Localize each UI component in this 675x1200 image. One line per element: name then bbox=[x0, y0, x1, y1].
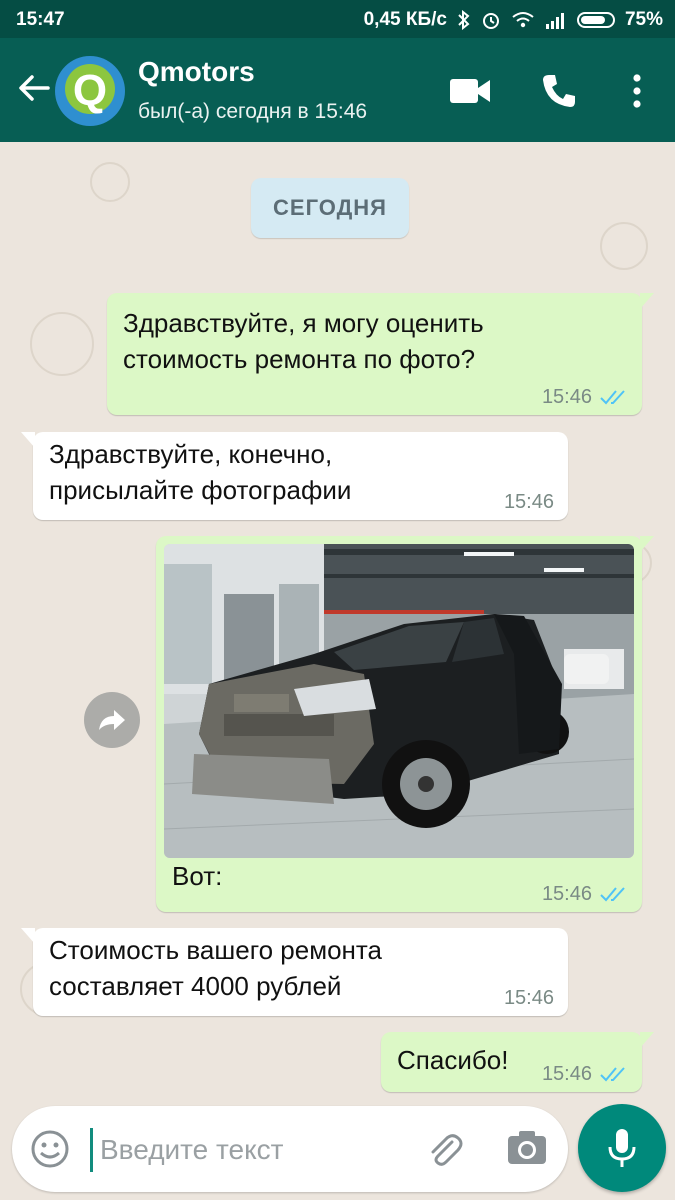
attach-icon[interactable] bbox=[424, 1130, 464, 1170]
emoji-icon[interactable] bbox=[30, 1129, 70, 1169]
message-time: 15:46 bbox=[541, 386, 592, 408]
date-divider: СЕГОДНЯ bbox=[251, 178, 409, 238]
image-caption: Вот: bbox=[172, 861, 223, 891]
battery-percent: 75% bbox=[624, 9, 663, 30]
damaged-suv-image bbox=[164, 544, 634, 858]
avatar[interactable]: Q bbox=[55, 56, 125, 126]
car-photo[interactable] bbox=[164, 544, 634, 858]
net-speed: 0,45 КБ/с bbox=[363, 9, 447, 30]
chat-header: Q Qmotors был(-а) сегодня в 15:46 bbox=[0, 38, 675, 142]
mic-button[interactable] bbox=[578, 1104, 666, 1192]
message-input[interactable] bbox=[98, 1126, 402, 1174]
read-receipt-icon bbox=[600, 1067, 625, 1082]
phone-icon[interactable] bbox=[540, 72, 578, 110]
wifi-icon bbox=[512, 12, 534, 28]
text-cursor bbox=[90, 1128, 93, 1172]
read-receipt-icon bbox=[600, 887, 625, 902]
camera-icon[interactable] bbox=[506, 1128, 548, 1168]
message-meta: 15:46 bbox=[542, 387, 628, 407]
avatar-letter: Q bbox=[72, 66, 108, 115]
back-arrow-icon[interactable] bbox=[14, 68, 54, 108]
message-meta: 15:46 bbox=[504, 988, 554, 1008]
contact-name[interactable]: Qmotors bbox=[138, 56, 255, 88]
signal-icon bbox=[545, 13, 564, 29]
message-bubble-image[interactable]: Вот: 15:46 bbox=[156, 536, 654, 912]
message-time: 15:46 bbox=[503, 987, 554, 1009]
forward-button[interactable] bbox=[84, 692, 140, 748]
alarm-icon bbox=[482, 13, 499, 29]
bubble-tail bbox=[21, 928, 35, 944]
message-bubble-outgoing[interactable]: Спасибо! 15:46 bbox=[381, 1032, 654, 1092]
last-seen-status: был(-а) сегодня в 15:46 bbox=[138, 100, 368, 123]
message-bubble-incoming[interactable]: Здравствуйте, конечно, присылайте фотогр… bbox=[21, 432, 568, 520]
read-receipt-icon bbox=[600, 390, 625, 405]
forward-icon bbox=[99, 710, 125, 730]
message-bubble-incoming[interactable]: Стоимость вашего ремонта составляет 4000… bbox=[21, 928, 568, 1016]
message-meta: 15:46 bbox=[542, 1064, 628, 1084]
message-text: Спасибо! bbox=[397, 1045, 509, 1075]
message-composer bbox=[12, 1106, 568, 1192]
mic-icon bbox=[608, 1129, 636, 1167]
wallpaper-doodle bbox=[600, 222, 648, 270]
status-icons: 0,45 КБ/с 75% bbox=[364, 9, 663, 31]
bubble-tail bbox=[640, 536, 654, 552]
wallpaper-doodle bbox=[30, 312, 94, 376]
message-text: Здравствуйте, конечно, присылайте фотогр… bbox=[49, 439, 352, 505]
message-meta: 15:46 bbox=[504, 492, 554, 512]
message-meta: 15:46 bbox=[542, 884, 628, 904]
bubble-tail bbox=[640, 1032, 654, 1048]
status-bar: 15:47 0,45 КБ/с 75% bbox=[0, 0, 675, 38]
battery-icon bbox=[576, 12, 615, 28]
message-bubble-outgoing[interactable]: Здравствуйте, я могу оценить стоимость р… bbox=[107, 293, 654, 415]
video-call-icon[interactable] bbox=[449, 76, 491, 106]
message-time: 15:46 bbox=[503, 491, 554, 513]
message-text: Стоимость вашего ремонта составляет 4000… bbox=[49, 935, 382, 1001]
message-text: Здравствуйте, я могу оценить стоимость р… bbox=[123, 308, 484, 374]
bubble-tail bbox=[21, 432, 35, 448]
chat-area[interactable]: СЕГОДНЯ Здравствуйте, я могу оценить сто… bbox=[0, 142, 675, 1102]
bluetooth-icon bbox=[458, 10, 470, 30]
more-vert-icon[interactable] bbox=[630, 72, 644, 110]
status-time: 15:47 bbox=[16, 9, 65, 30]
wallpaper-doodle bbox=[90, 162, 130, 202]
message-time: 15:46 bbox=[541, 1063, 592, 1085]
message-time: 15:46 bbox=[541, 883, 592, 905]
bubble-tail bbox=[640, 293, 654, 309]
